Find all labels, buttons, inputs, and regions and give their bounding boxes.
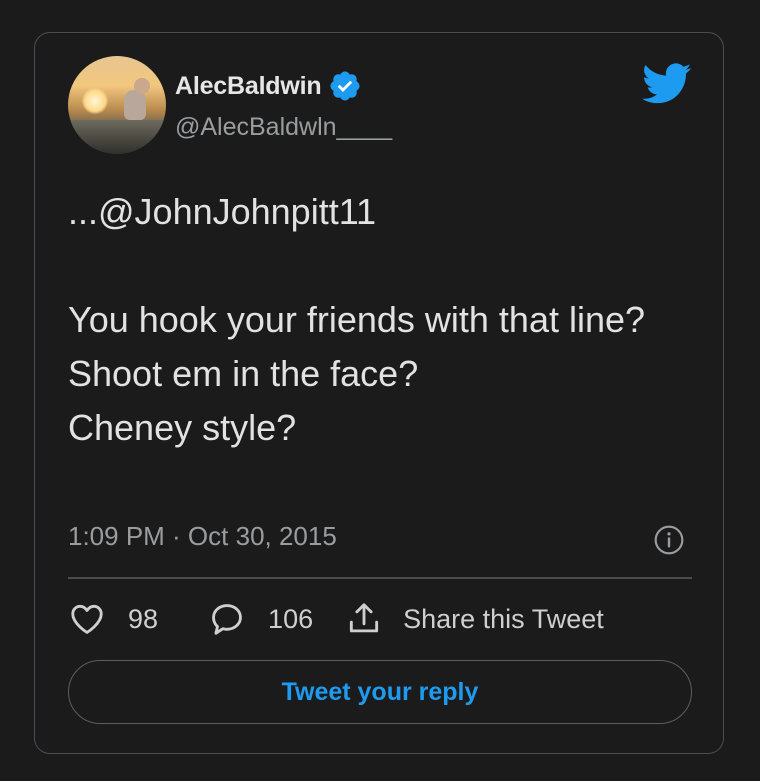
like-button[interactable]: 98 [68,600,158,638]
tweet-actions: 98 106 Share this Tweet [68,599,604,639]
tweet-text: ...@JohnJohnpitt11 You hook your friends… [68,185,688,455]
author-handle[interactable]: @AlecBaldwln____ [175,113,392,142]
author-display-name[interactable]: AlecBaldwin [175,72,322,101]
share-button[interactable]: Share this Tweet [345,600,604,638]
tweet-card: AlecBaldwin @AlecBaldwln____ ...@JohnJoh… [34,32,724,754]
tweet-your-reply-button[interactable]: Tweet your reply [68,660,692,724]
share-label: Share this Tweet [403,603,604,634]
verified-badge-icon [330,71,360,101]
reply-bubble-icon [212,604,242,635]
share-icon [350,603,379,633]
avatar[interactable] [68,56,166,154]
twitter-bird-icon[interactable] [642,63,692,105]
tweet-line: Cheney style? [68,407,297,448]
divider [68,577,692,579]
tweet-line: You hook your friends with that line? [68,299,646,340]
info-icon[interactable] [653,524,685,556]
reply-button[interactable]: 106 [208,600,313,638]
tweet-line-mention[interactable]: ...@JohnJohnpitt11 [68,185,688,239]
tweet-line: Shoot em in the face? [68,353,419,394]
heart-icon [71,604,103,634]
like-count: 98 [128,603,159,634]
reply-count: 106 [268,603,314,634]
tweet-timestamp[interactable]: 1:09 PM · Oct 30, 2015 [68,521,337,552]
author-name-row: AlecBaldwin [175,69,362,103]
